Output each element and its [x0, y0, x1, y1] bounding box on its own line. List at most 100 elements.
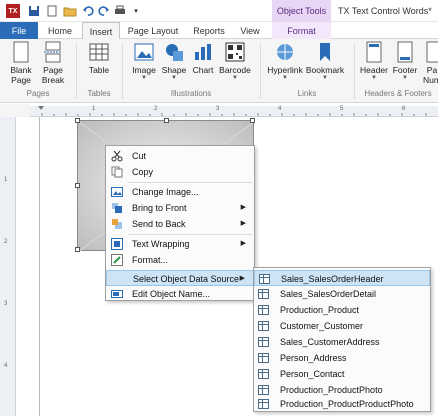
- header-button[interactable]: Header ▼: [358, 41, 390, 81]
- print-icon[interactable]: [112, 3, 128, 19]
- bookmark-button[interactable]: Bookmark ▼: [304, 41, 346, 81]
- menu-item-bring-to-front[interactable]: Bring to Front ▶: [106, 200, 254, 216]
- resize-handle[interactable]: [164, 118, 169, 123]
- image-label: Image: [132, 65, 156, 75]
- tab-page-layout[interactable]: Page Layout: [120, 22, 186, 39]
- tab-file[interactable]: File: [0, 22, 38, 39]
- page-margin-line: [39, 117, 40, 416]
- menu-item-select-object-data-source[interactable]: Select Object Data Source ▶: [106, 270, 254, 286]
- barcode-button[interactable]: Barcode ▼: [218, 41, 252, 81]
- menu-item-edit-object-name[interactable]: Edit Object Name...: [106, 286, 254, 302]
- resize-handle[interactable]: [75, 183, 80, 188]
- menu-item-text-wrapping[interactable]: Text Wrapping ▶: [106, 236, 254, 252]
- page-number-button[interactable]: Pa Num: [422, 41, 438, 85]
- footer-button[interactable]: Footer ▼: [390, 41, 420, 81]
- window-title: TX Text Control Words*: [338, 6, 432, 16]
- send-to-back-icon: [111, 218, 123, 230]
- submenu-arrow-icon: ▶: [240, 240, 246, 247]
- menu-item-copy[interactable]: Copy: [106, 164, 254, 180]
- submenu-item[interactable]: Person_Address: [254, 350, 430, 366]
- menu-item-label: Select Object Data Source: [133, 274, 240, 284]
- title-bar: TX ▾ Object Tools TX Text Control Words*: [0, 0, 438, 22]
- ribbon-separator: [260, 43, 261, 99]
- hyperlink-button[interactable]: Hyperlink ▼: [266, 41, 304, 81]
- submenu-item[interactable]: Production_Product: [254, 302, 430, 318]
- page-number-label-line1: Pa: [426, 65, 438, 75]
- indent-marker-icon[interactable]: [38, 106, 44, 110]
- customize-chevron-icon[interactable]: ▾: [128, 3, 144, 19]
- footer-label: Footer: [392, 65, 418, 75]
- chevron-down-icon: ▼: [232, 75, 238, 81]
- menu-item-label: Text Wrapping: [132, 239, 190, 249]
- redo-icon[interactable]: [96, 3, 112, 19]
- ribbon-separator: [122, 43, 123, 99]
- context-menu: Cut Copy Change Image... Bring to Front …: [105, 145, 255, 301]
- blank-page-button[interactable]: Blank Page: [6, 41, 36, 85]
- submenu-item[interactable]: Sales_SalesOrderHeader: [254, 270, 430, 286]
- submenu-item[interactable]: Person_Contact: [254, 366, 430, 382]
- resize-handle[interactable]: [75, 118, 80, 123]
- hyperlink-icon: [274, 41, 296, 63]
- bring-to-front-icon: [111, 202, 123, 214]
- resize-handle[interactable]: [75, 247, 80, 252]
- resize-handle[interactable]: [250, 118, 255, 123]
- text-wrapping-icon: [111, 238, 123, 250]
- undo-icon[interactable]: [80, 3, 96, 19]
- chart-button[interactable]: Chart: [190, 41, 216, 75]
- tab-insert[interactable]: Insert: [82, 22, 120, 40]
- ruler-mark: 3: [4, 301, 8, 307]
- submenu-item[interactable]: Customer_Customer: [254, 318, 430, 334]
- image-button[interactable]: Image ▼: [130, 41, 158, 81]
- ribbon-insert-panel: Blank Page Page Break Table Image ▼ Shape…: [0, 39, 438, 103]
- table-button[interactable]: Table: [84, 41, 114, 75]
- tab-view[interactable]: View: [232, 22, 268, 39]
- menu-item-cut[interactable]: Cut: [106, 148, 254, 164]
- ruler-mark: 1: [92, 106, 96, 112]
- page-number-icon: [421, 41, 438, 63]
- menu-item-format[interactable]: Format...: [106, 252, 254, 268]
- menu-item-change-image[interactable]: Change Image...: [106, 184, 254, 200]
- chevron-down-icon: ▼: [402, 75, 408, 81]
- submenu-arrow-icon: ▶: [239, 275, 245, 282]
- table-icon: [258, 321, 269, 331]
- submenu-item-label: Person_Contact: [280, 369, 345, 379]
- vertical-ruler[interactable]: 1 2 3 4: [0, 117, 16, 416]
- ruler-mark: 1: [4, 177, 8, 183]
- open-folder-icon[interactable]: [62, 3, 78, 19]
- format-icon: [111, 254, 123, 266]
- page-break-button[interactable]: Page Break: [38, 41, 68, 85]
- shape-button[interactable]: Shape ▼: [160, 41, 188, 81]
- hyperlink-label: Hyperlink: [267, 65, 303, 75]
- ruler-mark: 6: [402, 106, 406, 112]
- tab-format[interactable]: Format: [272, 22, 331, 39]
- table-label: Table: [88, 65, 110, 75]
- submenu-arrow-icon: ▶: [240, 220, 246, 227]
- chevron-down-icon: ▼: [282, 75, 288, 81]
- app-logo-icon: TX: [5, 3, 21, 19]
- shape-label: Shape: [161, 65, 187, 75]
- menu-item-send-to-back[interactable]: Send to Back ▶: [106, 216, 254, 232]
- table-icon: [258, 353, 269, 363]
- barcode-label: Barcode: [219, 65, 251, 75]
- submenu-item-label: Production_ProductPhoto: [280, 385, 383, 395]
- page-number-label-line2: Num: [423, 75, 438, 85]
- menu-separator: [128, 234, 252, 235]
- submenu-item[interactable]: Sales_SalesOrderDetail: [254, 286, 430, 302]
- new-document-icon[interactable]: [44, 3, 60, 19]
- menu-item-label: Format...: [132, 255, 169, 265]
- submenu-item[interactable]: Production_ProductProductPhoto: [254, 396, 430, 412]
- table-icon: [88, 41, 110, 63]
- chart-label: Chart: [192, 65, 214, 75]
- tab-reports[interactable]: Reports: [186, 22, 232, 39]
- ribbon-separator: [354, 43, 355, 99]
- menu-item-label: Send to Back: [132, 219, 186, 229]
- bookmark-label: Bookmark: [305, 65, 345, 75]
- save-icon[interactable]: [26, 3, 42, 19]
- submenu-item-label: Sales_CustomerAddress: [280, 337, 380, 347]
- object-tools-context-header: Object Tools: [272, 0, 331, 22]
- horizontal-ruler[interactable]: 1 2 3 4 5 6: [30, 106, 438, 117]
- submenu-arrow-icon: ▶: [240, 204, 246, 211]
- tab-home[interactable]: Home: [38, 22, 82, 39]
- menu-separator: [128, 182, 252, 183]
- submenu-item[interactable]: Sales_CustomerAddress: [254, 334, 430, 350]
